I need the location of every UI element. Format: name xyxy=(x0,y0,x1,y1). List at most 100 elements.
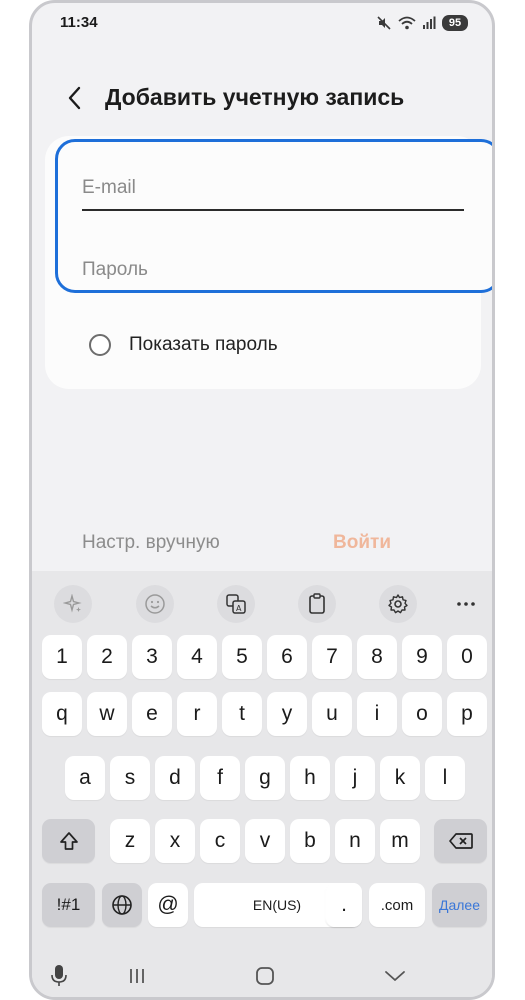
sparkle-icon xyxy=(63,594,82,613)
key-r[interactable]: r xyxy=(177,692,217,736)
key-o[interactable]: o xyxy=(402,692,442,736)
key-t[interactable]: t xyxy=(222,692,262,736)
key-m[interactable]: m xyxy=(380,819,420,863)
more-options-button[interactable] xyxy=(447,585,485,623)
microphone-icon xyxy=(51,965,67,986)
key-q[interactable]: q xyxy=(42,692,82,736)
email-field[interactable] xyxy=(82,168,464,208)
period-key[interactable]: . xyxy=(326,883,362,927)
key-j[interactable]: j xyxy=(335,756,375,800)
voice-input-button[interactable] xyxy=(44,961,74,991)
home-icon xyxy=(256,967,274,985)
key-u[interactable]: u xyxy=(312,692,352,736)
key-k[interactable]: k xyxy=(380,756,420,800)
password-field[interactable] xyxy=(82,250,464,290)
key-9[interactable]: 9 xyxy=(402,635,442,679)
key-i[interactable]: i xyxy=(357,692,397,736)
show-password-radio[interactable] xyxy=(89,334,111,356)
credentials-field-group xyxy=(55,139,492,293)
email-underline xyxy=(82,209,464,211)
key-v[interactable]: v xyxy=(245,819,285,863)
emoji-button[interactable] xyxy=(136,585,174,623)
key-b[interactable]: b xyxy=(290,819,330,863)
clipboard-button[interactable] xyxy=(298,585,336,623)
key-e[interactable]: e xyxy=(132,692,172,736)
key-5[interactable]: 5 xyxy=(222,635,262,679)
key-f[interactable]: f xyxy=(200,756,240,800)
keyboard-row-middle: a s d f g h j k l xyxy=(32,756,492,802)
back-button[interactable] xyxy=(60,83,90,113)
key-3[interactable]: 3 xyxy=(132,635,172,679)
key-1[interactable]: 1 xyxy=(42,635,82,679)
recent-apps-button[interactable] xyxy=(122,961,152,991)
keyboard-row-numbers: 1 2 3 4 5 6 7 8 9 0 xyxy=(32,635,492,681)
keyboard-row-function: !#1 @ EN(US) . .com Далее xyxy=(32,883,492,929)
keyboard-settings-button[interactable] xyxy=(379,585,417,623)
home-button[interactable] xyxy=(250,961,280,991)
status-time: 11:34 xyxy=(60,14,98,31)
settings-icon xyxy=(388,594,408,614)
wifi-icon xyxy=(398,16,416,30)
show-password-toggle[interactable]: Показать пароль xyxy=(89,330,278,360)
keyboard-row-top: q w e r t y u i o p xyxy=(32,692,492,738)
key-7[interactable]: 7 xyxy=(312,635,352,679)
key-n[interactable]: n xyxy=(335,819,375,863)
email-input[interactable] xyxy=(82,168,464,208)
translate-icon: A xyxy=(226,594,246,614)
manual-setup-button[interactable]: Настр. вручную xyxy=(82,532,220,554)
mute-icon xyxy=(377,16,391,30)
key-z[interactable]: z xyxy=(110,819,150,863)
key-w[interactable]: w xyxy=(87,692,127,736)
language-key[interactable] xyxy=(102,883,142,927)
recents-icon xyxy=(130,969,144,983)
keyboard-row-bottom: z x c v b n m xyxy=(32,819,492,865)
hide-keyboard-button[interactable] xyxy=(380,961,410,991)
key-y[interactable]: y xyxy=(267,692,307,736)
symbols-key[interactable]: !#1 xyxy=(42,883,95,927)
key-2[interactable]: 2 xyxy=(87,635,127,679)
ai-tools-button[interactable] xyxy=(54,585,92,623)
keyboard: A 1 2 3 4 5 6 7 8 9 0 q w e r t y u i o … xyxy=(32,571,492,997)
status-icons: 95 xyxy=(376,13,468,33)
key-4[interactable]: 4 xyxy=(177,635,217,679)
key-x[interactable]: x xyxy=(155,819,195,863)
at-key[interactable]: @ xyxy=(148,883,188,927)
emoji-icon xyxy=(145,594,165,614)
key-d[interactable]: d xyxy=(155,756,195,800)
shift-icon xyxy=(59,832,78,850)
header: Добавить учетную запись xyxy=(32,73,492,123)
key-s[interactable]: s xyxy=(110,756,150,800)
navigation-bar xyxy=(32,949,492,997)
key-6[interactable]: 6 xyxy=(267,635,307,679)
key-h[interactable]: h xyxy=(290,756,330,800)
status-bar: 11:34 95 xyxy=(32,3,492,43)
page-title: Добавить учетную запись xyxy=(105,84,405,110)
globe-icon xyxy=(112,895,132,915)
chevron-left-icon xyxy=(68,86,81,110)
account-form-card: Показать пароль xyxy=(45,136,492,389)
dotcom-key[interactable]: .com xyxy=(369,883,425,927)
key-c[interactable]: c xyxy=(200,819,240,863)
key-a[interactable]: a xyxy=(65,756,105,800)
key-g[interactable]: g xyxy=(245,756,285,800)
translate-button[interactable]: A xyxy=(217,585,255,623)
backspace-icon xyxy=(448,833,473,849)
key-8[interactable]: 8 xyxy=(357,635,397,679)
key-p[interactable]: p xyxy=(447,692,487,736)
password-input[interactable] xyxy=(82,250,464,290)
phone-screen: 11:34 95 Добавить учетную запись E-mail … xyxy=(29,0,495,1000)
key-0[interactable]: 0 xyxy=(447,635,487,679)
clipboard-icon xyxy=(309,593,325,614)
backspace-key[interactable] xyxy=(434,819,487,863)
battery-indicator: 95 xyxy=(442,15,468,31)
svg-text:A: A xyxy=(236,604,242,613)
form-actions: Настр. вручную Войти xyxy=(32,525,492,565)
more-icon xyxy=(457,602,475,606)
chevron-down-icon xyxy=(385,971,405,981)
key-l[interactable]: l xyxy=(425,756,465,800)
show-password-label: Показать пароль xyxy=(129,334,278,355)
next-key[interactable]: Далее xyxy=(432,883,487,927)
login-button[interactable]: Войти xyxy=(333,532,391,554)
signal-icon xyxy=(423,16,436,29)
shift-key[interactable] xyxy=(42,819,95,863)
